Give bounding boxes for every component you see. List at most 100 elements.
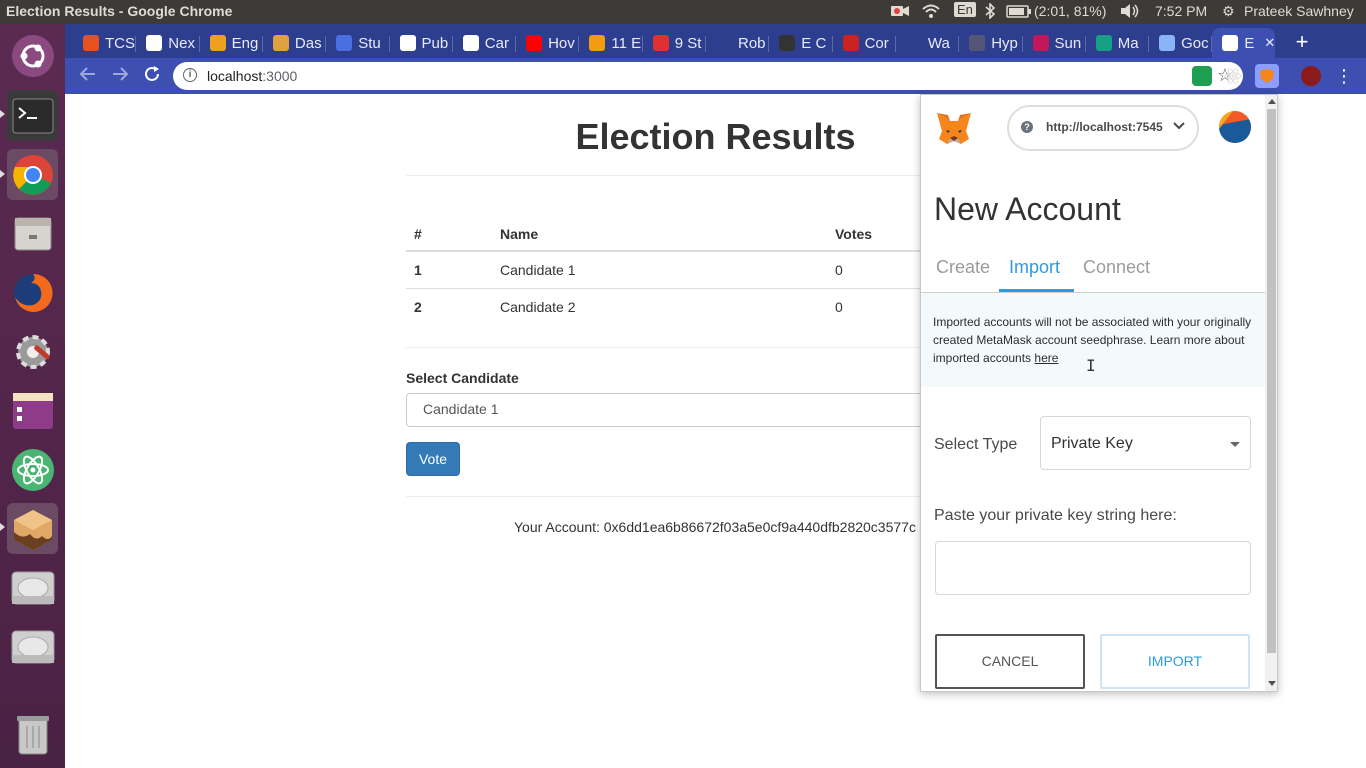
profile-avatar[interactable] — [1301, 66, 1321, 86]
tab-label: Cor — [864, 34, 889, 52]
disk-drive-icon[interactable] — [7, 621, 58, 672]
tab-label: Sun — [1054, 34, 1082, 52]
browser-tab[interactable]: E C — [769, 28, 832, 58]
import-type-value: Private Key — [1051, 435, 1133, 452]
tab-label: Hyp — [991, 34, 1018, 52]
browser-tab[interactable]: 9 St — [643, 28, 706, 58]
user-name[interactable]: Prateek Sawhney — [1244, 3, 1354, 19]
tab-connect[interactable]: Connect — [1083, 257, 1150, 278]
tab-favicon-icon — [905, 35, 922, 51]
tab-label: Wa — [927, 34, 950, 52]
browser-tab[interactable]: Hov — [516, 28, 579, 58]
wifi-icon[interactable] — [921, 3, 941, 22]
system-settings-icon[interactable] — [7, 326, 58, 377]
tab-label: Stu — [358, 34, 381, 52]
popup-scrollbar[interactable] — [1265, 95, 1277, 691]
metamask-fox-logo-icon[interactable] — [935, 111, 973, 147]
ubuntu-dash-icon[interactable] — [7, 30, 58, 81]
forward-button[interactable] — [109, 65, 131, 87]
browser-tab[interactable]: Nex — [136, 28, 199, 58]
caret-down-icon — [1230, 442, 1240, 447]
browser-tab-strip: TCS Nex Eng Das Stu Pub Car Hov 11 E 9 St Rob E C Co… — [65, 24, 1366, 58]
battery-status[interactable]: (2:01, 81%) — [1034, 3, 1106, 19]
volume-icon[interactable] — [1119, 3, 1141, 22]
vote-button[interactable]: Vote — [406, 442, 460, 476]
running-indicator — [0, 523, 5, 531]
clock[interactable]: 7:52 PM — [1155, 3, 1207, 19]
select-candidate-label: Select Candidate — [406, 370, 519, 386]
cancel-button[interactable]: CANCEL — [935, 634, 1085, 689]
firefox-icon[interactable] — [7, 267, 58, 318]
react-devtools-icon[interactable] — [1223, 66, 1243, 86]
browser-tab[interactable]: TCS — [73, 28, 136, 58]
select-type-label: Select Type — [934, 436, 1018, 453]
camera-icon[interactable] — [890, 3, 910, 22]
browser-tab[interactable]: Car — [453, 28, 516, 58]
sublime-box-icon[interactable] — [7, 503, 58, 554]
metamask-extension-icon[interactable] — [1255, 64, 1279, 88]
tab-favicon-icon — [842, 35, 859, 51]
browser-tab[interactable]: Hyp — [959, 28, 1022, 58]
browser-tab[interactable]: Sun — [1023, 28, 1086, 58]
tab-label: Das — [294, 34, 322, 52]
terminal-icon[interactable] — [7, 90, 58, 141]
files-icon[interactable] — [7, 208, 58, 259]
tab-favicon-icon — [589, 35, 606, 51]
browser-tab[interactable]: E ✕ — [1212, 28, 1276, 58]
trash-icon[interactable] — [7, 709, 58, 760]
column-header-name: Name — [492, 218, 827, 252]
metamask-popup: ? http://localhost:7545 New Account Crea… — [920, 94, 1278, 692]
browser-tab[interactable]: Goc — [1149, 28, 1212, 58]
tab-label: Eng — [231, 34, 259, 52]
import-button[interactable]: IMPORT — [1100, 634, 1250, 689]
reload-button[interactable] — [141, 65, 163, 87]
window-title: Election Results - Google Chrome — [6, 3, 233, 19]
browser-toolbar: i localhost:3000 ☆ ⋮ — [65, 58, 1366, 94]
browser-tab[interactable]: Stu — [326, 28, 389, 58]
keyboard-layout-indicator[interactable]: En — [954, 2, 976, 17]
browser-tab[interactable]: 11 E — [579, 28, 642, 58]
close-tab-icon[interactable]: ✕ — [1264, 35, 1275, 51]
tab-create[interactable]: Create — [936, 257, 990, 278]
tab-favicon-icon — [336, 35, 353, 51]
browser-tab[interactable]: Das — [263, 28, 326, 58]
network-selector[interactable]: ? http://localhost:7545 — [1007, 105, 1199, 151]
back-button[interactable] — [77, 65, 99, 87]
tab-favicon-icon — [716, 35, 732, 51]
unity-launcher — [0, 24, 65, 768]
url-host: localhost — [207, 68, 263, 84]
battery-icon[interactable] — [1006, 3, 1032, 22]
learn-more-link[interactable]: here — [1034, 351, 1058, 365]
atom-icon[interactable] — [7, 444, 58, 495]
chrome-icon[interactable] — [7, 149, 58, 200]
new-tab-button[interactable]: + — [1289, 30, 1315, 56]
tab-favicon-icon — [272, 35, 289, 51]
browser-tab[interactable]: Ma — [1086, 28, 1149, 58]
import-type-select[interactable]: Private Key — [1040, 416, 1251, 470]
tab-label: TCS — [105, 34, 135, 52]
bluetooth-icon[interactable] — [984, 2, 996, 22]
settings-gear-icon[interactable]: ⚙ — [1222, 3, 1235, 20]
scroll-up-arrow-icon[interactable] — [1268, 99, 1276, 104]
scrollbar-thumb[interactable] — [1267, 109, 1276, 653]
browser-tab[interactable]: Cor — [833, 28, 896, 58]
chevron-down-icon — [1173, 118, 1185, 134]
address-bar[interactable]: i localhost:3000 ☆ — [173, 62, 1243, 90]
app-window-icon[interactable] — [7, 385, 58, 436]
private-key-input[interactable] — [935, 541, 1251, 595]
tab-favicon-icon — [209, 35, 226, 51]
site-info-icon[interactable]: i — [183, 68, 197, 82]
chrome-menu-icon[interactable]: ⋮ — [1333, 65, 1355, 87]
browser-tab[interactable]: Rob — [706, 28, 769, 58]
browser-tab[interactable]: Pub — [390, 28, 453, 58]
disk-drive-icon[interactable] — [7, 562, 58, 613]
url-text[interactable]: localhost:3000 — [207, 68, 297, 84]
scroll-down-arrow-icon[interactable] — [1268, 681, 1276, 686]
account-identicon[interactable] — [1219, 111, 1251, 143]
browser-tab[interactable]: Eng — [200, 28, 263, 58]
shield-extension-icon[interactable] — [1192, 66, 1212, 86]
tab-favicon-icon — [146, 35, 163, 51]
tab-import[interactable]: Import — [1009, 257, 1060, 278]
tab-label: 11 E — [611, 34, 642, 52]
browser-tab[interactable]: Wa — [896, 28, 959, 58]
